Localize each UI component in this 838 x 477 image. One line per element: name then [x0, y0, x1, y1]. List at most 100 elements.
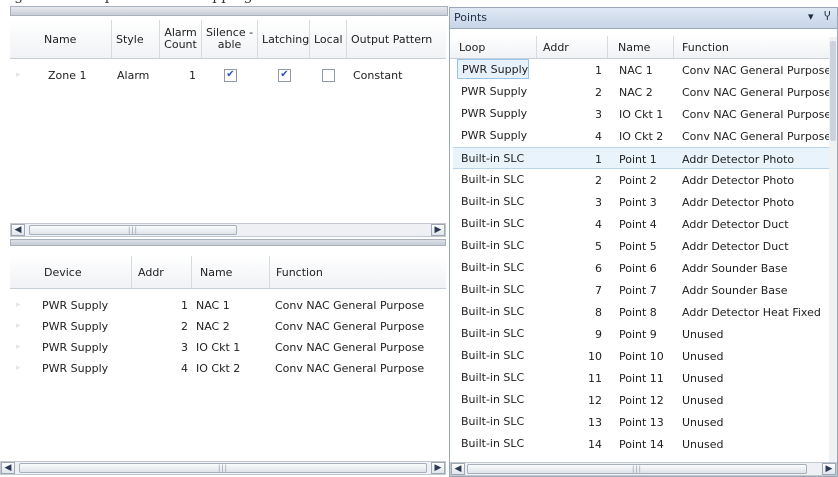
scroll-thumb[interactable]: ||| — [19, 463, 427, 473]
addr-cell[interactable]: 4 — [541, 125, 602, 147]
table-row[interactable]: Built-in SLC 6 Point 6 Addr Sounder Base — [453, 257, 829, 279]
local-checkbox[interactable] — [322, 68, 335, 82]
scroll-left-icon[interactable]: ◀ — [11, 224, 25, 236]
loop-cell[interactable]: PWR Supply — [457, 103, 527, 123]
function-cell[interactable]: Addr Sounder Base — [682, 257, 788, 279]
table-row[interactable]: PWR Supply 4 IO Ckt 2 Conv NAC General Purp… — [453, 125, 831, 147]
table-row[interactable]: Built-in SLC 2 Point 2 Addr Detector Photo — [453, 169, 829, 191]
name-cell[interactable]: Point 4 — [619, 213, 657, 235]
zone-header-name[interactable]: Name — [36, 20, 112, 58]
function-cell[interactable]: Unused — [682, 411, 723, 433]
function-cell[interactable]: Unused — [682, 367, 723, 389]
zone-local-cell[interactable] — [322, 64, 335, 86]
device-cell[interactable]: PWR Supply — [42, 336, 108, 358]
zone-horizontal-scrollbar[interactable]: ◀ ||| ▶ — [10, 223, 446, 237]
addr-cell[interactable]: 7 — [541, 279, 602, 301]
dropdown-icon[interactable]: ▾ — [808, 10, 814, 23]
addr-cell[interactable]: 5 — [541, 235, 602, 257]
name-cell[interactable]: NAC 2 — [619, 81, 653, 103]
scroll-right-icon[interactable]: ▶ — [822, 463, 836, 475]
zone-header-style[interactable]: Style — [112, 20, 160, 58]
table-row[interactable]: ▸ PWR Supply 2 NAC 2 Conv NAC General Purpos… — [10, 315, 446, 337]
loop-cell[interactable]: Built-in SLC — [457, 345, 524, 365]
table-row[interactable]: ▸ PWR Supply 1 NAC 1 Conv NAC General Purpos… — [10, 294, 446, 316]
addr-cell[interactable]: 4 — [541, 213, 602, 235]
addr-cell[interactable]: 12 — [541, 389, 602, 411]
loop-cell[interactable]: Built-in SLC — [457, 389, 524, 409]
name-cell[interactable]: Point 11 — [619, 367, 664, 389]
name-cell[interactable]: Point 10 — [619, 345, 664, 367]
loop-cell[interactable]: Built-in SLC — [457, 213, 524, 233]
function-cell[interactable]: Conv NAC General Purpose — [275, 336, 424, 358]
zone-latching-cell[interactable]: ✔ — [278, 64, 291, 86]
addr-cell[interactable]: 14 — [541, 433, 602, 455]
zone-name-cell[interactable]: Zone 1 — [48, 64, 87, 86]
scroll-left-icon[interactable]: ◀ — [451, 463, 465, 475]
points-header-name[interactable]: Name — [608, 36, 674, 58]
function-cell[interactable]: Conv NAC General Purpose — [682, 125, 831, 147]
addr-cell[interactable]: 2 — [541, 169, 602, 191]
function-cell[interactable]: Addr Sounder Base — [682, 279, 788, 301]
addr-cell[interactable]: 13 — [541, 411, 602, 433]
function-cell[interactable]: Conv NAC General Purpose — [275, 315, 424, 337]
zone-alarm-count-cell[interactable]: 1 — [160, 64, 196, 86]
points-header-loop[interactable]: Loop — [453, 36, 537, 58]
table-row[interactable]: ▸ PWR Supply 3 IO Ckt 1 Conv NAC General Pur… — [10, 336, 446, 358]
zone-style-cell[interactable]: Alarm — [117, 64, 149, 86]
addr-cell[interactable]: 1 — [132, 294, 188, 316]
name-cell[interactable]: IO Ckt 1 — [196, 336, 240, 358]
name-cell[interactable]: Point 1 — [619, 148, 657, 170]
table-row[interactable]: Built-in SLC 5 Point 5 Addr Detector Duct — [453, 235, 829, 257]
table-row[interactable]: Built-in SLC 8 Point 8 Addr Detector Heat F… — [453, 301, 829, 323]
device-header-function[interactable]: Function — [270, 256, 446, 288]
table-row[interactable]: Built-in SLC 3 Point 3 Addr Detector Photo — [453, 191, 829, 213]
table-row[interactable]: PWR Supply 3 IO Ckt 1 Conv NAC General Purp… — [453, 103, 831, 125]
name-cell[interactable]: IO Ckt 1 — [619, 103, 663, 125]
table-row[interactable]: Built-in SLC 14 Point 14 Unused — [453, 433, 829, 455]
table-row[interactable]: Built-in SLC 4 Point 4 Addr Detector Duct — [453, 213, 829, 235]
function-cell[interactable]: Addr Detector Photo — [682, 191, 794, 213]
scroll-thumb[interactable] — [830, 41, 836, 141]
table-row[interactable]: Built-in SLC 12 Point 12 Unused — [453, 389, 829, 411]
table-row[interactable]: PWR Supply 2 NAC 2 Conv NAC General Purpose — [453, 81, 831, 103]
addr-cell[interactable]: 1 — [541, 148, 602, 170]
function-cell[interactable]: Conv NAC General Purpose — [275, 294, 424, 316]
scroll-right-icon[interactable]: ▶ — [431, 224, 445, 236]
function-cell[interactable]: Addr Detector Photo — [682, 148, 794, 170]
loop-cell[interactable]: Built-in SLC — [457, 433, 524, 453]
addr-cell[interactable]: 10 — [541, 345, 602, 367]
loop-cell[interactable]: Built-in SLC — [457, 148, 524, 168]
zone-header-local[interactable]: Local — [310, 20, 347, 58]
zone-header-output-pattern[interactable]: Output Pattern — [347, 20, 446, 58]
function-cell[interactable]: Conv NAC General Purpose — [682, 103, 831, 125]
table-row[interactable]: ▸ PWR Supply 4 IO Ckt 2 Conv NAC General Pur… — [10, 357, 446, 379]
name-cell[interactable]: IO Ckt 2 — [619, 125, 663, 147]
name-cell[interactable]: Point 5 — [619, 235, 657, 257]
addr-cell[interactable]: 2 — [132, 315, 188, 337]
name-cell[interactable]: Point 6 — [619, 257, 657, 279]
scroll-thumb[interactable]: ||| — [29, 225, 237, 235]
loop-cell[interactable]: Built-in SLC — [457, 169, 524, 189]
function-cell[interactable]: Addr Detector Duct — [682, 235, 789, 257]
addr-cell[interactable]: 2 — [541, 81, 602, 103]
loop-cell[interactable]: Built-in SLC — [457, 367, 524, 387]
table-row[interactable]: Built-in SLC 13 Point 13 Unused — [453, 411, 829, 433]
addr-cell[interactable]: 1 — [541, 59, 602, 81]
device-horizontal-scrollbar[interactable]: ◀ ||| ▶ — [0, 461, 446, 475]
name-cell[interactable]: Point 9 — [619, 323, 657, 345]
table-row[interactable]: Built-in SLC 1 Point 1 Addr Detector Photo — [453, 147, 829, 169]
addr-cell[interactable]: 3 — [541, 191, 602, 213]
addr-cell[interactable]: 4 — [132, 357, 188, 379]
loop-cell[interactable]: Built-in SLC — [457, 257, 524, 277]
name-cell[interactable]: Point 8 — [619, 301, 657, 323]
device-cell[interactable]: PWR Supply — [42, 315, 108, 337]
loop-cell[interactable]: Built-in SLC — [457, 323, 524, 343]
function-cell[interactable]: Unused — [682, 389, 723, 411]
function-cell[interactable]: Addr Detector Photo — [682, 169, 794, 191]
name-cell[interactable]: NAC 1 — [619, 59, 653, 81]
zone-silenceable-cell[interactable]: ✔ — [224, 64, 237, 86]
addr-cell[interactable]: 9 — [541, 323, 602, 345]
function-cell[interactable]: Unused — [682, 345, 723, 367]
loop-cell[interactable]: PWR Supply — [457, 81, 527, 101]
scroll-left-icon[interactable]: ◀ — [1, 462, 15, 474]
